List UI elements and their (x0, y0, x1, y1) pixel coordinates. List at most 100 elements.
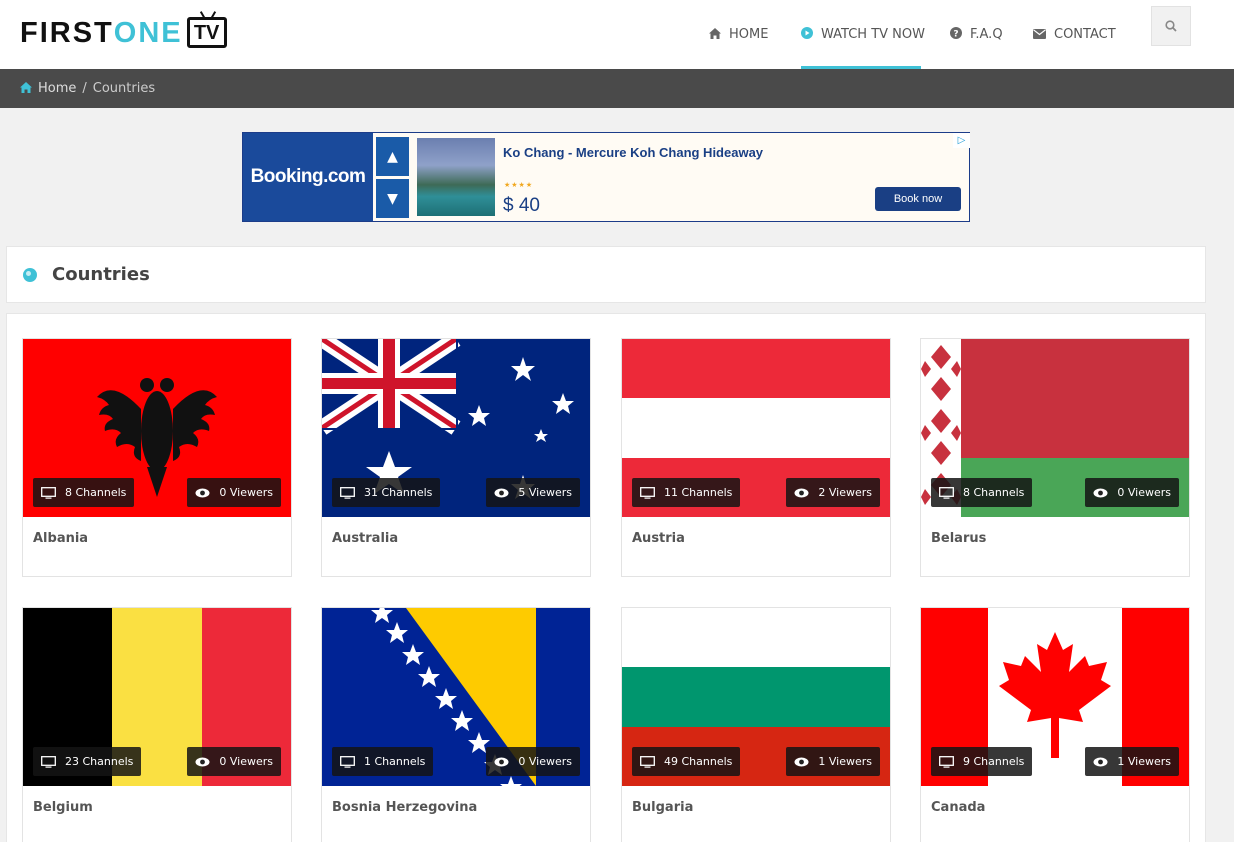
viewers-count: 0 Viewers (219, 486, 273, 499)
eye-icon (1093, 488, 1108, 497)
channels-count: 11 Channels (664, 486, 733, 499)
country-name[interactable]: Belarus (931, 531, 986, 546)
arrow-down-icon: ▼ (387, 190, 398, 207)
country-name[interactable]: Australia (332, 531, 398, 546)
breadcrumb-home-link[interactable]: Home (38, 81, 76, 96)
country-name[interactable]: Bosnia Herzegovina (332, 800, 477, 815)
ad-title[interactable]: Ko Chang - Mercure Koh Chang Hideaway (503, 145, 763, 160)
monitor-icon (640, 486, 655, 499)
viewers-badge: 1 Viewers (1085, 747, 1179, 776)
eye-icon (794, 488, 809, 497)
ad-hotel-image (417, 138, 495, 216)
viewers-badge: 0 Viewers (1085, 478, 1179, 507)
channels-badge: 31 Channels (332, 478, 441, 507)
svg-text:?: ? (953, 30, 958, 40)
eye-icon (195, 488, 210, 497)
country-card-bosnia-herzegovina[interactable]: 1 Channels 0 Viewers Bosnia Herzegovina (321, 607, 591, 842)
country-name[interactable]: Belgium (33, 800, 93, 815)
nav-faq[interactable]: ? F.A.Q (950, 0, 1003, 69)
channels-count: 23 Channels (65, 755, 134, 768)
nav-home-label: HOME (729, 27, 769, 42)
ad-price: $ 40 (503, 195, 540, 216)
channels-count: 8 Channels (963, 486, 1025, 499)
viewers-badge: 0 Viewers (187, 747, 281, 776)
viewers-count: 1 Viewers (1117, 755, 1171, 768)
country-card-australia[interactable]: 31 Channels 5 Viewers Australia (321, 338, 591, 577)
section-title: Countries (52, 264, 150, 285)
site-logo[interactable]: FIRST ONE TV (20, 8, 227, 48)
monitor-icon (939, 755, 954, 768)
nav-watch-tv-now[interactable]: WATCH TV NOW (801, 0, 925, 69)
viewers-badge: 0 Viewers (187, 478, 281, 507)
adchoices-icon[interactable]: ▷ (953, 133, 970, 148)
viewers-count: 2 Viewers (818, 486, 872, 499)
nav-watch-tv-now-label: WATCH TV NOW (821, 27, 925, 42)
home-icon (20, 81, 32, 96)
breadcrumb: Home / Countries (0, 69, 1234, 108)
monitor-icon (640, 755, 655, 768)
monitor-icon (340, 755, 355, 768)
country-name[interactable]: Bulgaria (632, 800, 693, 815)
channels-count: 1 Channels (364, 755, 426, 768)
country-card-belgium[interactable]: 23 Channels 0 Viewers Belgium (22, 607, 292, 842)
country-card-austria[interactable]: 11 Channels 2 Viewers Austria (621, 338, 891, 577)
ad-book-now-button[interactable]: Book now (875, 187, 961, 211)
country-name[interactable]: Albania (33, 531, 88, 546)
channels-count: 8 Channels (65, 486, 127, 499)
viewers-count: 1 Viewers (818, 755, 872, 768)
channels-badge: 9 Channels (931, 747, 1033, 776)
eye-icon (494, 488, 509, 497)
country-grid: 8 Channels 0 Viewers Albania 31 Channels… (6, 313, 1206, 842)
site-header: FIRST ONE TV HOME WATCH TV NOW ? F.A.Q C… (0, 0, 1234, 69)
viewers-badge: 1 Viewers (786, 747, 880, 776)
eye-icon (195, 757, 210, 766)
breadcrumb-current: Countries (92, 81, 156, 96)
globe-icon (23, 267, 37, 282)
channels-badge: 8 Channels (931, 478, 1033, 507)
ad-prev-button[interactable]: ▲ (376, 137, 409, 176)
eye-icon (1093, 757, 1108, 766)
eye-icon (494, 757, 509, 766)
channels-count: 49 Channels (664, 755, 733, 768)
breadcrumb-separator: / (82, 81, 87, 96)
viewers-badge: 0 Viewers (486, 747, 580, 776)
channels-badge: 23 Channels (33, 747, 142, 776)
nav-home[interactable]: HOME (709, 0, 768, 69)
monitor-icon (41, 755, 56, 768)
viewers-badge: 2 Viewers (786, 478, 880, 507)
channels-badge: 1 Channels (332, 747, 434, 776)
country-card-belarus[interactable]: 8 Channels 0 Viewers Belarus (920, 338, 1190, 577)
ad-next-button[interactable]: ▼ (376, 179, 409, 218)
country-name[interactable]: Canada (931, 800, 985, 815)
ad-brand-logo: Booking.com (243, 133, 373, 221)
search-icon (1165, 17, 1177, 36)
channels-badge: 11 Channels (632, 478, 741, 507)
country-name[interactable]: Austria (632, 531, 685, 546)
section-header: Countries (6, 246, 1206, 303)
search-button[interactable] (1151, 6, 1191, 46)
nav-contact-label: CONTACT (1054, 27, 1116, 42)
home-icon (709, 27, 721, 42)
viewers-count: 0 Viewers (1117, 486, 1171, 499)
monitor-icon (41, 486, 56, 499)
logo-text-one: ONE (113, 17, 183, 49)
logo-tv-icon: TV (186, 17, 227, 48)
ad-banner[interactable]: Booking.com ▲ ▼ Ko Chang - Mercure Koh C… (242, 132, 970, 222)
viewers-badge: 5 Viewers (486, 478, 580, 507)
channels-badge: 49 Channels (632, 747, 741, 776)
nav-faq-label: F.A.Q (970, 27, 1003, 42)
eye-icon (794, 757, 809, 766)
country-card-bulgaria[interactable]: 49 Channels 1 Viewers Bulgaria (621, 607, 891, 842)
country-card-canada[interactable]: 9 Channels 1 Viewers Canada (920, 607, 1190, 842)
envelope-icon (1033, 28, 1046, 42)
channels-badge: 8 Channels (33, 478, 135, 507)
viewers-count: 5 Viewers (518, 486, 572, 499)
viewers-count: 0 Viewers (518, 755, 572, 768)
question-circle-icon: ? (950, 27, 962, 42)
country-card-albania[interactable]: 8 Channels 0 Viewers Albania (22, 338, 292, 577)
ad-star-rating: ★★★★ (504, 181, 534, 189)
viewers-count: 0 Viewers (219, 755, 273, 768)
nav-contact[interactable]: CONTACT (1033, 0, 1116, 69)
monitor-icon (340, 486, 355, 499)
monitor-icon (939, 486, 954, 499)
